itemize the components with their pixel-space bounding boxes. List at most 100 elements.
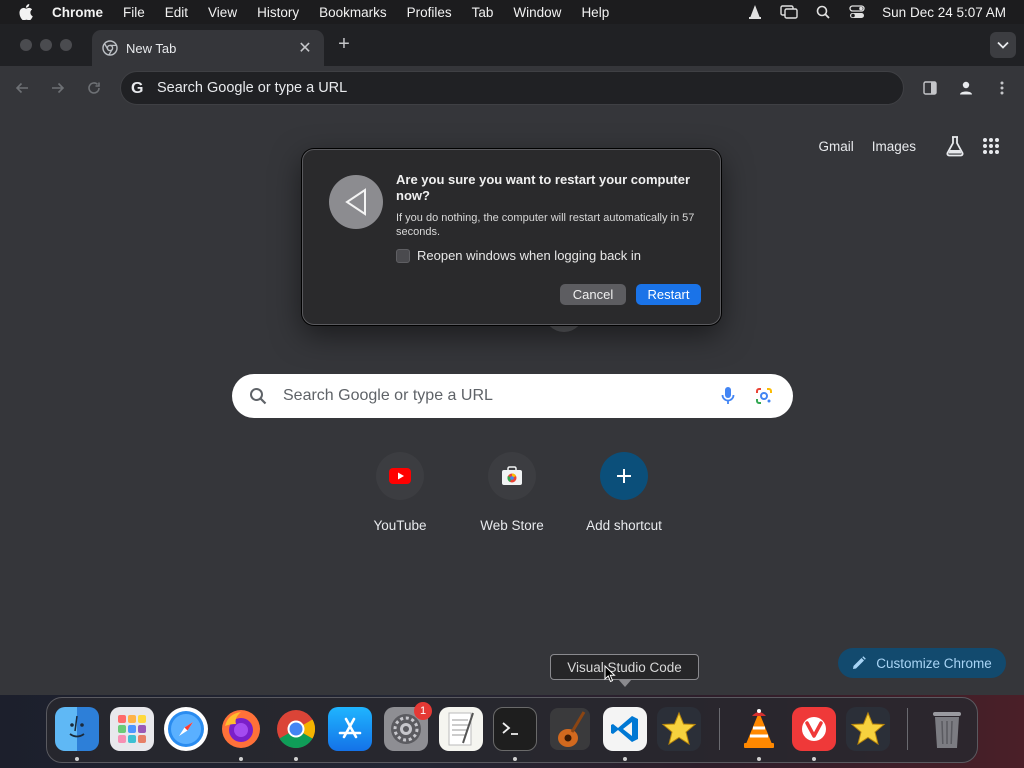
plus-icon: [600, 452, 648, 500]
dock-firefox-icon[interactable]: [219, 707, 263, 751]
back-button[interactable]: [10, 76, 34, 100]
menu-history[interactable]: History: [247, 5, 309, 20]
dock-safari-icon[interactable]: [164, 707, 208, 751]
profile-button[interactable]: [954, 76, 978, 100]
window-close-button[interactable]: [20, 39, 32, 51]
menu-window[interactable]: Window: [503, 5, 571, 20]
dock-vivaldi-icon[interactable]: [792, 707, 836, 751]
dock-running-indicator: [623, 757, 627, 761]
restart-triangle-icon: [329, 175, 383, 229]
dock-finder-icon[interactable]: [55, 707, 99, 751]
dialog-message: If you do nothing, the computer will res…: [396, 212, 695, 238]
gmail-link[interactable]: Gmail: [818, 139, 853, 154]
tooltip-arrow: [618, 679, 632, 687]
shortcut-youtube[interactable]: YouTube: [344, 452, 456, 533]
dock-app-store-icon[interactable]: [328, 707, 372, 751]
menu-edit[interactable]: Edit: [155, 5, 198, 20]
menu-profiles[interactable]: Profiles: [397, 5, 462, 20]
google-g-icon: G: [131, 80, 144, 97]
new-tab-button[interactable]: +: [333, 34, 355, 56]
shortcut-web-store[interactable]: Web Store: [456, 452, 568, 533]
shortcut-label: Web Store: [480, 518, 544, 533]
menu-clock[interactable]: Sun Dec 24 5:07 AM: [874, 5, 1024, 20]
chevron-down-icon: [997, 41, 1009, 49]
dock-running-indicator: [239, 757, 243, 761]
dock-stellarium-icon[interactable]: [657, 707, 701, 751]
forward-button[interactable]: [46, 76, 70, 100]
mouse-cursor-icon: [604, 664, 616, 688]
notification-badge: 1: [414, 702, 432, 720]
window-zoom-button[interactable]: [60, 39, 72, 51]
tab-strip: New Tab ✕ +: [0, 24, 1024, 66]
dock-stellarium-icon[interactable]: [846, 707, 890, 751]
shortcut-label: Add shortcut: [586, 518, 662, 533]
ntp-header-links: Gmail Images: [818, 131, 1006, 161]
cancel-button[interactable]: Cancel: [560, 284, 626, 305]
apple-menu-icon[interactable]: [0, 4, 52, 20]
omnibox-placeholder: Search Google or type a URL: [157, 80, 348, 96]
tab-new-tab[interactable]: New Tab ✕: [92, 30, 324, 66]
profile-icon: [960, 81, 972, 95]
dock-vscode-icon[interactable]: [603, 707, 647, 751]
omnibox[interactable]: G Search Google or type a URL: [120, 71, 904, 105]
dock-trash-icon[interactable]: [925, 707, 969, 751]
reload-button[interactable]: [82, 76, 106, 100]
menu-bar: Chrome File Edit View History Bookmarks …: [0, 0, 1024, 24]
menu-bookmarks[interactable]: Bookmarks: [309, 5, 397, 20]
dock-terminal-icon[interactable]: [493, 707, 537, 751]
menu-file[interactable]: File: [113, 5, 155, 20]
tab-close-icon[interactable]: ✕: [296, 39, 314, 57]
dock-running-indicator: [513, 757, 517, 761]
customize-chrome-button[interactable]: Customize Chrome: [838, 648, 1006, 678]
dialog-title: Are you sure you want to restart your co…: [396, 172, 691, 203]
images-link[interactable]: Images: [872, 139, 916, 154]
web-store-icon: [488, 452, 536, 500]
side-panel-icon: [923, 81, 937, 95]
forward-arrow-icon: [52, 82, 65, 94]
google-lens-icon[interactable]: [753, 385, 775, 407]
chrome-window: New Tab ✕ + G Search Google or type a UR…: [0, 24, 1024, 695]
ntp-search-placeholder: Search Google or type a URL: [283, 387, 493, 404]
dock-textedit-icon[interactable]: [439, 707, 483, 751]
dock-running-indicator: [75, 757, 79, 761]
dock-running-indicator: [757, 757, 761, 761]
labs-flask-icon[interactable]: [940, 131, 970, 161]
dock-running-indicator: [812, 757, 816, 761]
menu-view[interactable]: View: [198, 5, 247, 20]
menu-tab[interactable]: Tab: [462, 5, 504, 20]
dock-chrome-icon[interactable]: [274, 707, 318, 751]
chrome-menu-button[interactable]: [990, 76, 1014, 100]
reload-icon: [88, 82, 100, 94]
dock-tooltip: Visual Studio Code: [550, 654, 699, 680]
dock-running-indicator: [294, 757, 298, 761]
toolbar: G Search Google or type a URL: [0, 66, 1024, 110]
search-icon: [249, 387, 271, 405]
shortcut-label: YouTube: [373, 518, 427, 533]
chrome-favicon-icon: [102, 40, 118, 56]
customize-chrome-label: Customize Chrome: [876, 655, 992, 671]
voice-search-mic-icon[interactable]: [717, 385, 739, 407]
tab-title: New Tab: [126, 40, 177, 56]
restart-button[interactable]: Restart: [636, 284, 701, 305]
reopen-windows-checkbox[interactable]: Reopen windows when logging back in: [396, 248, 641, 263]
dock-garageband-icon[interactable]: [548, 707, 592, 751]
window-minimize-button[interactable]: [40, 39, 52, 51]
screen-mirror-icon[interactable]: [772, 0, 806, 24]
dock-launchpad-icon[interactable]: [110, 707, 154, 751]
checkbox-box[interactable]: [396, 248, 410, 263]
ntp-search-box[interactable]: Search Google or type a URL: [232, 374, 793, 418]
vlc-icon[interactable]: [738, 0, 772, 24]
control-center-icon[interactable]: [840, 0, 874, 24]
youtube-icon: [376, 452, 424, 500]
dock-vlc-icon[interactable]: [737, 707, 781, 751]
dock-separator: [719, 708, 720, 750]
side-panel-button[interactable]: [918, 76, 942, 100]
checkbox-label: Reopen windows when logging back in: [417, 248, 642, 263]
shortcut-add[interactable]: Add shortcut: [568, 452, 680, 533]
restart-dialog: Are you sure you want to restart your co…: [302, 149, 721, 325]
menu-help[interactable]: Help: [571, 5, 619, 20]
tab-search-button[interactable]: [990, 32, 1016, 58]
google-apps-grid-icon[interactable]: [976, 131, 1006, 161]
spotlight-search-icon[interactable]: [806, 0, 840, 24]
menu-app-name[interactable]: Chrome: [52, 5, 113, 20]
